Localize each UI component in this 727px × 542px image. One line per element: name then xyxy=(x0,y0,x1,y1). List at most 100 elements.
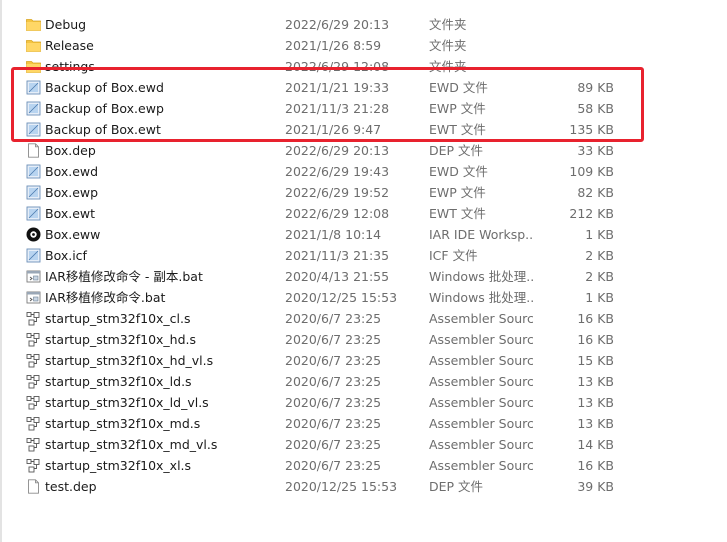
file-row[interactable]: startup_stm32f10x_hd_vl.s 2020/6/7 23:25… xyxy=(0,350,727,371)
file-name: startup_stm32f10x_md.s xyxy=(45,416,201,431)
file-name: Debug xyxy=(45,17,87,32)
file-type: Assembler Source xyxy=(429,395,533,410)
assembler-source-icon xyxy=(26,416,41,431)
file-type: Assembler Source xyxy=(429,374,533,389)
file-size: 13 KB xyxy=(577,395,614,410)
assembler-source-icon xyxy=(26,332,41,347)
file-row[interactable]: startup_stm32f10x_md.s 2020/6/7 23:25 As… xyxy=(0,413,727,434)
file-date-modified: 2022/6/29 19:43 xyxy=(285,164,390,179)
file-name: startup_stm32f10x_md_vl.s xyxy=(45,437,218,452)
file-type: Windows 批处理... xyxy=(429,269,533,284)
file-name: startup_stm32f10x_hd.s xyxy=(45,332,197,347)
file-date-modified: 2020/6/7 23:25 xyxy=(285,395,382,410)
file-name: startup_stm32f10x_cl.s xyxy=(45,311,191,326)
file-size: 13 KB xyxy=(577,416,614,431)
file-size: 16 KB xyxy=(577,332,614,347)
file-name: IAR移植修改命令.bat xyxy=(45,290,166,305)
blank-file-icon xyxy=(26,143,41,158)
file-row[interactable]: startup_stm32f10x_ld_vl.s 2020/6/7 23:25… xyxy=(0,392,727,413)
file-type: Windows 批处理... xyxy=(429,290,533,305)
file-name: startup_stm32f10x_ld_vl.s xyxy=(45,395,209,410)
file-size: 16 KB xyxy=(577,458,614,473)
file-name: Box.ewp xyxy=(45,185,99,200)
file-name: test.dep xyxy=(45,479,97,494)
iar-ide-workspace-icon xyxy=(26,227,41,242)
file-type: Assembler Source xyxy=(429,437,533,452)
folder-icon xyxy=(26,38,41,53)
file-type: 文件夹 xyxy=(429,38,467,53)
file-type: Assembler Source xyxy=(429,311,533,326)
file-row[interactable]: startup_stm32f10x_ld.s 2020/6/7 23:25 As… xyxy=(0,371,727,392)
file-type: IAR IDE Worksp... xyxy=(429,227,533,242)
file-size: 13 KB xyxy=(577,374,614,389)
file-name: startup_stm32f10x_hd_vl.s xyxy=(45,353,214,368)
file-name: Box.ewd xyxy=(45,164,99,179)
file-row[interactable]: startup_stm32f10x_xl.s 2020/6/7 23:25 As… xyxy=(0,455,727,476)
file-name: Box.icf xyxy=(45,248,87,263)
batch-file-icon xyxy=(26,290,41,305)
assembler-source-icon xyxy=(26,311,41,326)
file-size: 16 KB xyxy=(577,311,614,326)
file-size: 2 KB xyxy=(585,269,614,284)
file-row[interactable]: Release 2021/1/26 8:59 文件夹 xyxy=(0,35,727,56)
iar-workbench-file-icon xyxy=(26,164,41,179)
assembler-source-icon xyxy=(26,395,41,410)
batch-file-icon xyxy=(26,269,41,284)
file-type: Assembler Source xyxy=(429,458,533,473)
file-name: Box.ewt xyxy=(45,206,96,221)
file-row[interactable]: Box.eww 2021/1/8 10:14 IAR IDE Worksp...… xyxy=(0,224,727,245)
file-date-modified: 2022/6/29 20:13 xyxy=(285,143,390,158)
file-size: 14 KB xyxy=(577,437,614,452)
file-size: 82 KB xyxy=(577,185,614,200)
file-date-modified: 2020/6/7 23:25 xyxy=(285,437,382,452)
file-row[interactable]: IAR移植修改命令 - 副本.bat 2020/4/13 21:55 Windo… xyxy=(0,266,727,287)
file-row[interactable]: startup_stm32f10x_md_vl.s 2020/6/7 23:25… xyxy=(0,434,727,455)
file-type: 文件夹 xyxy=(429,17,467,32)
file-date-modified: 2021/1/8 10:14 xyxy=(285,227,382,242)
iar-workbench-file-icon xyxy=(26,206,41,221)
file-name: Release xyxy=(45,38,94,53)
file-row[interactable]: startup_stm32f10x_cl.s 2020/6/7 23:25 As… xyxy=(0,308,727,329)
red-highlight-box xyxy=(11,67,644,142)
file-name: Box.eww xyxy=(45,227,101,242)
file-type: DEP 文件 xyxy=(429,479,484,494)
file-date-modified: 2022/6/29 12:08 xyxy=(285,206,390,221)
file-date-modified: 2020/4/13 21:55 xyxy=(285,269,390,284)
file-row[interactable]: Box.icf 2021/11/3 21:35 ICF 文件 2 KB xyxy=(0,245,727,266)
file-date-modified: 2020/12/25 15:53 xyxy=(285,479,398,494)
file-date-modified: 2022/6/29 19:52 xyxy=(285,185,390,200)
file-size: 33 KB xyxy=(577,143,614,158)
file-date-modified: 2020/6/7 23:25 xyxy=(285,458,382,473)
assembler-source-icon xyxy=(26,353,41,368)
file-row[interactable]: startup_stm32f10x_hd.s 2020/6/7 23:25 As… xyxy=(0,329,727,350)
file-name: startup_stm32f10x_xl.s xyxy=(45,458,192,473)
folder-icon xyxy=(26,17,41,32)
file-size: 1 KB xyxy=(585,290,614,305)
file-row[interactable]: Debug 2022/6/29 20:13 文件夹 xyxy=(0,14,727,35)
file-date-modified: 2021/1/26 8:59 xyxy=(285,38,382,53)
file-date-modified: 2020/6/7 23:25 xyxy=(285,353,382,368)
file-size: 212 KB xyxy=(569,206,614,221)
file-type: EWP 文件 xyxy=(429,185,486,200)
file-date-modified: 2020/6/7 23:25 xyxy=(285,332,382,347)
file-type: Assembler Source xyxy=(429,416,533,431)
file-row[interactable]: Box.ewt 2022/6/29 12:08 EWT 文件 212 KB xyxy=(0,203,727,224)
assembler-source-icon xyxy=(26,374,41,389)
file-date-modified: 2020/6/7 23:25 xyxy=(285,416,382,431)
file-row[interactable]: Box.ewp 2022/6/29 19:52 EWP 文件 82 KB xyxy=(0,182,727,203)
iar-workbench-file-icon xyxy=(26,185,41,200)
file-type: Assembler Source xyxy=(429,353,533,368)
file-size: 15 KB xyxy=(577,353,614,368)
file-date-modified: 2022/6/29 20:13 xyxy=(285,17,390,32)
file-type: DEP 文件 xyxy=(429,143,484,158)
file-row[interactable]: test.dep 2020/12/25 15:53 DEP 文件 39 KB xyxy=(0,476,727,497)
file-row[interactable]: IAR移植修改命令.bat 2020/12/25 15:53 Windows 批… xyxy=(0,287,727,308)
file-row[interactable]: Box.dep 2022/6/29 20:13 DEP 文件 33 KB xyxy=(0,140,727,161)
file-date-modified: 2021/11/3 21:35 xyxy=(285,248,390,263)
file-type: Assembler Source xyxy=(429,332,533,347)
file-size: 1 KB xyxy=(585,227,614,242)
file-date-modified: 2020/6/7 23:25 xyxy=(285,374,382,389)
file-row[interactable]: Box.ewd 2022/6/29 19:43 EWD 文件 109 KB xyxy=(0,161,727,182)
blank-file-icon xyxy=(26,479,41,494)
file-type: EWT 文件 xyxy=(429,206,486,221)
